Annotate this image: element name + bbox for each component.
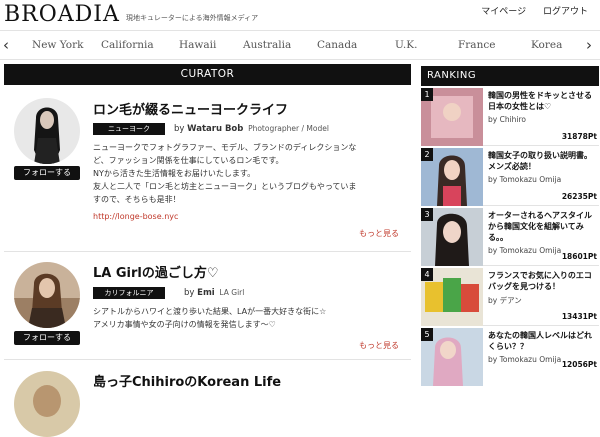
curator-avatar[interactable]: [14, 262, 80, 328]
ranking-thumbnail[interactable]: 4: [421, 268, 483, 326]
site-logo[interactable]: BROADIA: [4, 2, 120, 27]
ranking-author: by デアン: [488, 296, 522, 305]
chevron-right-icon[interactable]: ›: [586, 36, 592, 54]
curator-avatar[interactable]: [14, 371, 80, 437]
rank-number: 4: [421, 268, 433, 281]
ranking-thumbnail[interactable]: 2: [421, 148, 483, 206]
ranking-title[interactable]: オーターされるヘアスタイルから韓国文化を組解いてみる。。: [488, 210, 596, 243]
more-link[interactable]: もっと見る: [359, 340, 399, 351]
header-links: マイページ ログアウト: [467, 4, 588, 17]
rank-number: 1: [421, 88, 433, 101]
description-line: ニューヨークでフォトグラファー、モデル、ブランドのディレクションな: [93, 143, 357, 152]
country-tab-california[interactable]: California: [101, 39, 154, 51]
mypage-link[interactable]: マイページ: [481, 7, 526, 17]
curator-description: ニューヨークでフォトグラファー、モデル、ブランドのディレクションな ど、ファッシ…: [93, 141, 398, 206]
location-badge: ニューヨーク: [93, 123, 165, 135]
description-line: ど、ファッション関係を仕事にしているロン毛です。: [93, 156, 284, 165]
curator-section: CURATOR フォローする ロン毛が綴るニューヨークライフ ニューヨーク by…: [4, 64, 411, 437]
site-header: BROADIA 現地キュレーターによる海外情報メディア マイページ ログアウト: [0, 0, 600, 30]
ranking-points: 18601Pt: [561, 252, 597, 261]
ranking-section: RANKING 1 韓国の男性をドキッとさせる日本の女性とは♡ by Chihi…: [421, 66, 599, 401]
ranking-thumbnail[interactable]: 3: [421, 208, 483, 266]
ranking-title[interactable]: フランスでお気に入りのエコバッグを見つける！: [488, 270, 596, 292]
location-badge: カリフォルニア: [93, 287, 165, 299]
more-link[interactable]: もっと見る: [359, 228, 399, 239]
curator-card: 島っ子ChihiroのKorean Life: [4, 360, 411, 437]
ranking-item[interactable]: 2 韓国女子の取り扱い説明書。メンズ必読！ by Tomokazu Omija …: [421, 146, 599, 206]
country-tab-hawaii[interactable]: Hawaii: [179, 39, 216, 51]
by-label: by: [174, 124, 185, 134]
country-tab-uk[interactable]: U.K.: [395, 39, 417, 51]
ranking-item[interactable]: 5 あなたの韓国人レベルはどれくらい？？ by Tomokazu Omija 1…: [421, 326, 599, 386]
chevron-left-icon[interactable]: ‹: [3, 36, 9, 54]
site-tagline: 現地キュレーターによる海外情報メディア: [126, 14, 259, 22]
country-nav: ‹ New York California Hawaii Australia C…: [0, 30, 600, 60]
ranking-points: 31878Pt: [561, 132, 597, 141]
description-line: すので、そちらも是非！: [93, 195, 181, 204]
ranking-thumbnail[interactable]: 5: [421, 328, 483, 386]
curator-card: フォローする ロン毛が綴るニューヨークライフ ニューヨーク by Wataru …: [4, 85, 411, 252]
curator-title[interactable]: ロン毛が綴るニューヨークライフ: [93, 99, 288, 118]
description-line: シアトルからハワイと渡り歩いた結果、LAが一番大好きな街に☆: [93, 307, 327, 316]
curator-url[interactable]: http://longe-bose.nyc: [93, 212, 178, 221]
description-line: 友人と二人で「ロン毛と坊主とニューヨーク」というブログもやっていま: [93, 182, 357, 191]
ranking-heading: RANKING: [421, 66, 599, 86]
country-tab-korea[interactable]: Korea: [531, 39, 562, 51]
follow-button[interactable]: フォローする: [14, 331, 80, 345]
ranking-points: 12056Pt: [561, 360, 597, 369]
curator-byline: by Wataru Bob Photographer / Model: [174, 124, 329, 134]
rank-number: 2: [421, 148, 433, 161]
curator-byline: by Emi LA Girl: [184, 288, 244, 298]
curator-avatar[interactable]: [14, 98, 80, 164]
ranking-title[interactable]: あなたの韓国人レベルはどれくらい？？: [488, 330, 596, 352]
country-tab-canada[interactable]: Canada: [317, 39, 357, 51]
ranking-points: 13431Pt: [561, 312, 597, 321]
country-tab-france[interactable]: France: [458, 39, 495, 51]
ranking-thumbnail[interactable]: 1: [421, 88, 483, 146]
curator-card: フォローする LA Girlの過ごし方♡ カリフォルニア by Emi LA G…: [4, 252, 411, 360]
curator-role: LA Girl: [219, 288, 245, 297]
description-line: アメリカ事情や女の子向けの情報を発信します〜♡: [93, 320, 276, 329]
ranking-author: by Tomokazu Omija: [488, 246, 562, 255]
country-tab-new-york[interactable]: New York: [32, 39, 83, 51]
ranking-item[interactable]: 4 フランスでお気に入りのエコバッグを見つける！ by デアン 13431Pt: [421, 266, 599, 326]
curator-title[interactable]: LA Girlの過ごし方♡: [93, 262, 219, 281]
ranking-item[interactable]: 1 韓国の男性をドキッとさせる日本の女性とは♡ by Chihiro 31878…: [421, 86, 599, 146]
curator-title[interactable]: 島っ子ChihiroのKorean Life: [93, 371, 281, 390]
ranking-title[interactable]: 韓国女子の取り扱い説明書。メンズ必読！: [488, 150, 596, 172]
rank-number: 3: [421, 208, 433, 221]
follow-button[interactable]: フォローする: [14, 166, 80, 180]
ranking-author: by Tomokazu Omija: [488, 175, 562, 184]
curator-description: シアトルからハワイと渡り歩いた結果、LAが一番大好きな街に☆ アメリカ事情や女の…: [93, 305, 398, 331]
ranking-author: by Tomokazu Omija: [488, 355, 562, 364]
curator-name[interactable]: Emi: [197, 288, 215, 298]
ranking-item[interactable]: 3 オーターされるヘアスタイルから韓国文化を組解いてみる。。 by Tomoka…: [421, 206, 599, 266]
by-label: by: [184, 288, 195, 298]
country-tab-australia[interactable]: Australia: [243, 39, 291, 51]
ranking-points: 26235Pt: [561, 192, 597, 201]
logout-link[interactable]: ログアウト: [543, 7, 588, 17]
curator-heading: CURATOR: [4, 64, 411, 85]
curator-role: Photographer / Model: [248, 124, 329, 133]
rank-number: 5: [421, 328, 433, 341]
ranking-title[interactable]: 韓国の男性をドキッとさせる日本の女性とは♡: [488, 90, 596, 112]
ranking-author: by Chihiro: [488, 115, 527, 124]
description-line: NYから活きた生活情報をお届けいたします。: [93, 169, 256, 178]
curator-name[interactable]: Wataru Bob: [187, 124, 243, 134]
